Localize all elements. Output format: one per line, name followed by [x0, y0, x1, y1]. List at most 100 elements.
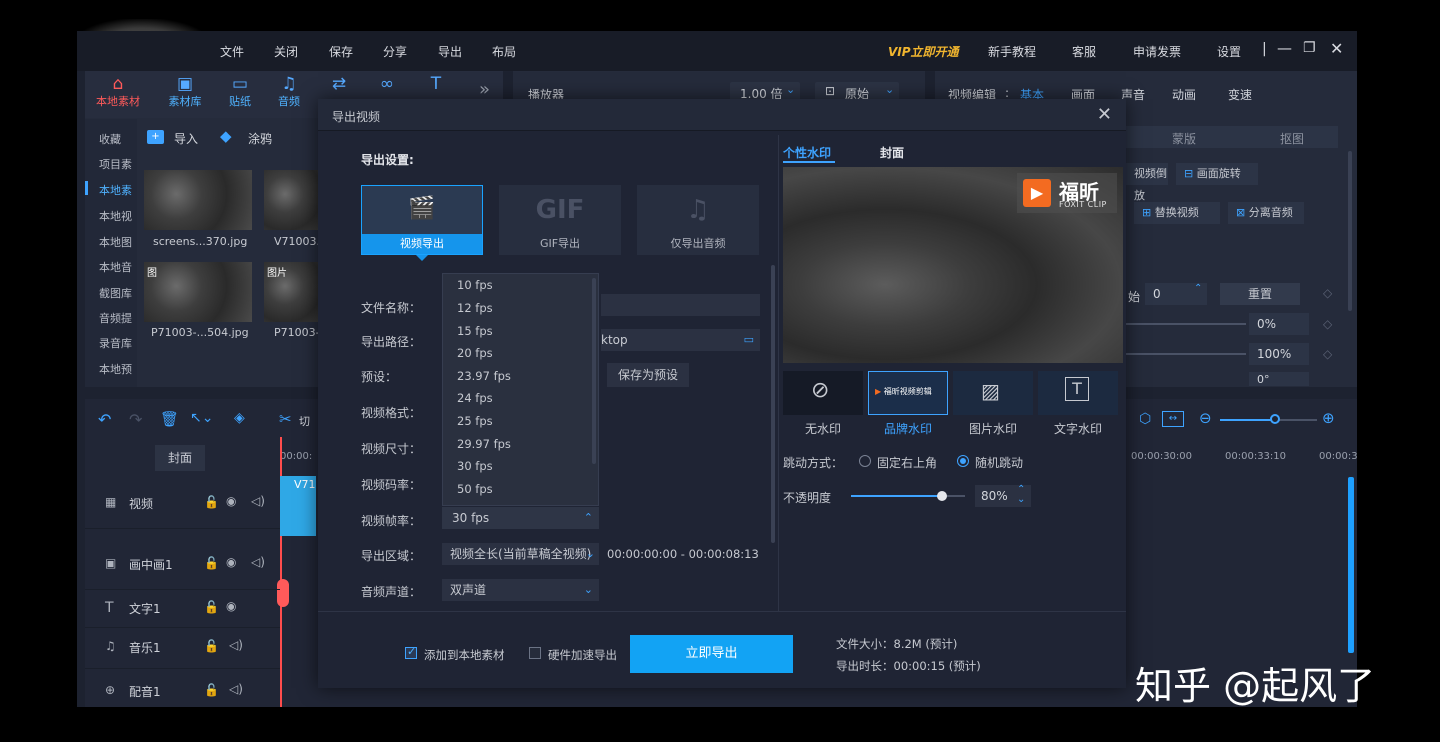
tab-cover[interactable]: 封面 — [880, 144, 904, 161]
menu-tutorial[interactable]: 新手教程 — [988, 43, 1036, 60]
cover-button[interactable]: 封面 — [155, 445, 205, 471]
lock-icon[interactable]: 🔓 — [204, 639, 219, 653]
settings-scrollbar[interactable] — [771, 265, 775, 543]
tool-local-media[interactable]: ⌂ 本地素材 — [95, 75, 141, 109]
audio-select[interactable]: 双声道 ⌄ — [442, 579, 599, 601]
fps-option[interactable]: 30 fps — [457, 459, 493, 473]
video-clip[interactable]: V71 — [280, 476, 316, 536]
path-field[interactable]: ktop ▭ — [601, 329, 760, 351]
redo-icon[interactable]: ↷ — [129, 410, 142, 429]
doodle-button[interactable]: 涂鸦 — [248, 130, 272, 147]
eye-icon[interactable]: ◉ — [226, 494, 236, 508]
format-gif[interactable]: GIF GIF导出 — [499, 185, 621, 255]
tool-text[interactable]: T — [413, 75, 459, 93]
media-thumb[interactable] — [144, 170, 252, 230]
menu-layout[interactable]: 布局 — [492, 43, 516, 60]
fps-option[interactable]: 15 fps — [457, 324, 493, 338]
marker-icon[interactable]: ◈ — [234, 410, 245, 426]
fps-option[interactable]: 20 fps — [457, 346, 493, 360]
sidebar-item-screenshots[interactable]: 截图库 — [99, 285, 132, 301]
radio-random[interactable] — [957, 455, 969, 467]
lock-icon[interactable]: 🔓 — [204, 600, 219, 614]
scrollbar[interactable] — [1348, 151, 1352, 311]
percent-field[interactable]: 0% — [1249, 313, 1309, 335]
eye-icon[interactable]: ◉ — [226, 555, 236, 569]
slider-track[interactable] — [1126, 323, 1246, 325]
pointer-icon[interactable]: ↖⌄ — [190, 410, 213, 426]
lock-icon[interactable]: 🔓 — [204, 495, 219, 509]
speaker-icon[interactable]: ◁) — [229, 682, 243, 696]
wm-image[interactable]: ▨ — [953, 371, 1033, 415]
menu-save[interactable]: 保存 — [329, 43, 353, 60]
menu-support[interactable]: 客服 — [1072, 43, 1096, 60]
speaker-icon[interactable]: ◁) — [251, 494, 265, 508]
hw-accel-checkbox[interactable] — [529, 647, 541, 659]
fps-option[interactable]: 50 fps — [457, 482, 493, 496]
tool-sticker[interactable]: ▭ 贴纸 — [217, 75, 263, 109]
minimize-icon[interactable]: — — [1277, 39, 1292, 57]
fps-option[interactable]: 29.97 fps — [457, 437, 511, 451]
dropdown-scrollbar[interactable] — [592, 278, 596, 464]
fps-option[interactable]: 12 fps — [457, 301, 493, 315]
wm-brand[interactable]: ▶ 福昕视频剪辑 — [868, 371, 948, 415]
opacity-knob[interactable] — [937, 491, 948, 501]
degree-field[interactable]: 0° — [1249, 372, 1309, 386]
menu-invoice[interactable]: 申请发票 — [1133, 43, 1181, 60]
opacity-field[interactable]: 80% ⌃ ⌄ — [975, 484, 1031, 507]
restore-icon[interactable]: ❐ — [1303, 40, 1316, 56]
format-video[interactable]: 🎬 视频导出 — [361, 185, 483, 255]
numeric-field[interactable]: 0 ⌃ — [1145, 283, 1207, 305]
fit-icon[interactable]: ↔ — [1162, 411, 1184, 427]
fps-option[interactable]: 24 fps — [457, 391, 493, 405]
eye-icon[interactable]: ◉ — [226, 599, 236, 613]
zoom-in-icon[interactable]: ⊕ — [1322, 409, 1335, 427]
zoom-knob[interactable] — [1270, 414, 1280, 424]
sidebar-item-favorites[interactable]: 收藏 — [99, 131, 121, 147]
media-thumb[interactable] — [144, 262, 252, 322]
replace-video-button[interactable]: ⊞ 替换视频 — [1134, 202, 1220, 224]
cut-icon[interactable]: ✂ — [279, 410, 292, 428]
export-now-button[interactable]: 立即导出 — [630, 635, 793, 673]
stepper-down-icon[interactable]: ⌄ — [1017, 494, 1025, 505]
reverse-button[interactable]: 视频倒放 — [1126, 163, 1168, 202]
speaker-icon[interactable]: ◁) — [229, 638, 243, 652]
more-tools-icon[interactable]: » — [479, 79, 490, 100]
tool-transition[interactable]: ⇄ — [316, 75, 362, 93]
tab-animation[interactable]: 动画 — [1172, 86, 1196, 103]
filename-field[interactable] — [601, 294, 760, 316]
import-icon[interactable]: + — [147, 130, 164, 144]
delete-icon[interactable]: 🗑 — [160, 410, 179, 428]
speaker-icon[interactable]: ◁) — [251, 555, 265, 569]
timeline-scrollbar[interactable] — [1348, 477, 1354, 653]
subtab-matting[interactable]: 抠图 — [1280, 130, 1304, 147]
import-button[interactable]: 导入 — [174, 130, 198, 147]
keyframe-icon[interactable]: ◇ — [1323, 347, 1332, 361]
zoom-out-icon[interactable]: ⊖ — [1199, 409, 1212, 427]
folder-icon[interactable]: ▭ — [744, 329, 754, 351]
snap-icon[interactable]: ⬡ — [1139, 411, 1151, 427]
keyframe-icon[interactable]: ◇ — [1323, 317, 1332, 331]
add-local-checkbox[interactable] — [405, 645, 417, 659]
tool-audio[interactable]: ♫ 音频 — [266, 75, 312, 109]
separate-audio-button[interactable]: ⊠ 分离音频 — [1228, 202, 1304, 224]
slider-track[interactable] — [1126, 353, 1246, 355]
sidebar-item-recordings[interactable]: 录音库 — [99, 335, 132, 351]
rotate-button[interactable]: ⊟ 画面旋转 — [1176, 163, 1258, 185]
save-preset-button[interactable]: 保存为预设 — [607, 363, 689, 387]
keyframe-icon[interactable]: ◇ — [1323, 286, 1332, 300]
range-select[interactable]: 视频全长(当前草稿全视频) ⌄ — [442, 543, 599, 565]
menu-close[interactable]: 关闭 — [274, 43, 298, 60]
menu-share[interactable]: 分享 — [383, 43, 407, 60]
radio-fixed[interactable] — [859, 455, 871, 467]
undo-icon[interactable]: ↶ — [98, 410, 111, 429]
subtab-mask[interactable]: 蒙版 — [1172, 130, 1196, 147]
tab-watermark[interactable]: 个性水印 — [783, 144, 831, 161]
wm-text[interactable]: T — [1038, 371, 1118, 415]
fps-option[interactable]: 23.97 fps — [457, 369, 511, 383]
tool-filter[interactable]: ∞ — [364, 75, 410, 93]
fps-select[interactable]: 30 fps ⌃ — [442, 507, 599, 529]
wm-none[interactable]: ⊘ — [783, 371, 863, 415]
sidebar-item-local-image[interactable]: 本地图 — [99, 234, 132, 250]
fps-option[interactable]: 10 fps — [457, 278, 493, 292]
vip-link[interactable]: VIP立即开通 — [888, 43, 959, 60]
